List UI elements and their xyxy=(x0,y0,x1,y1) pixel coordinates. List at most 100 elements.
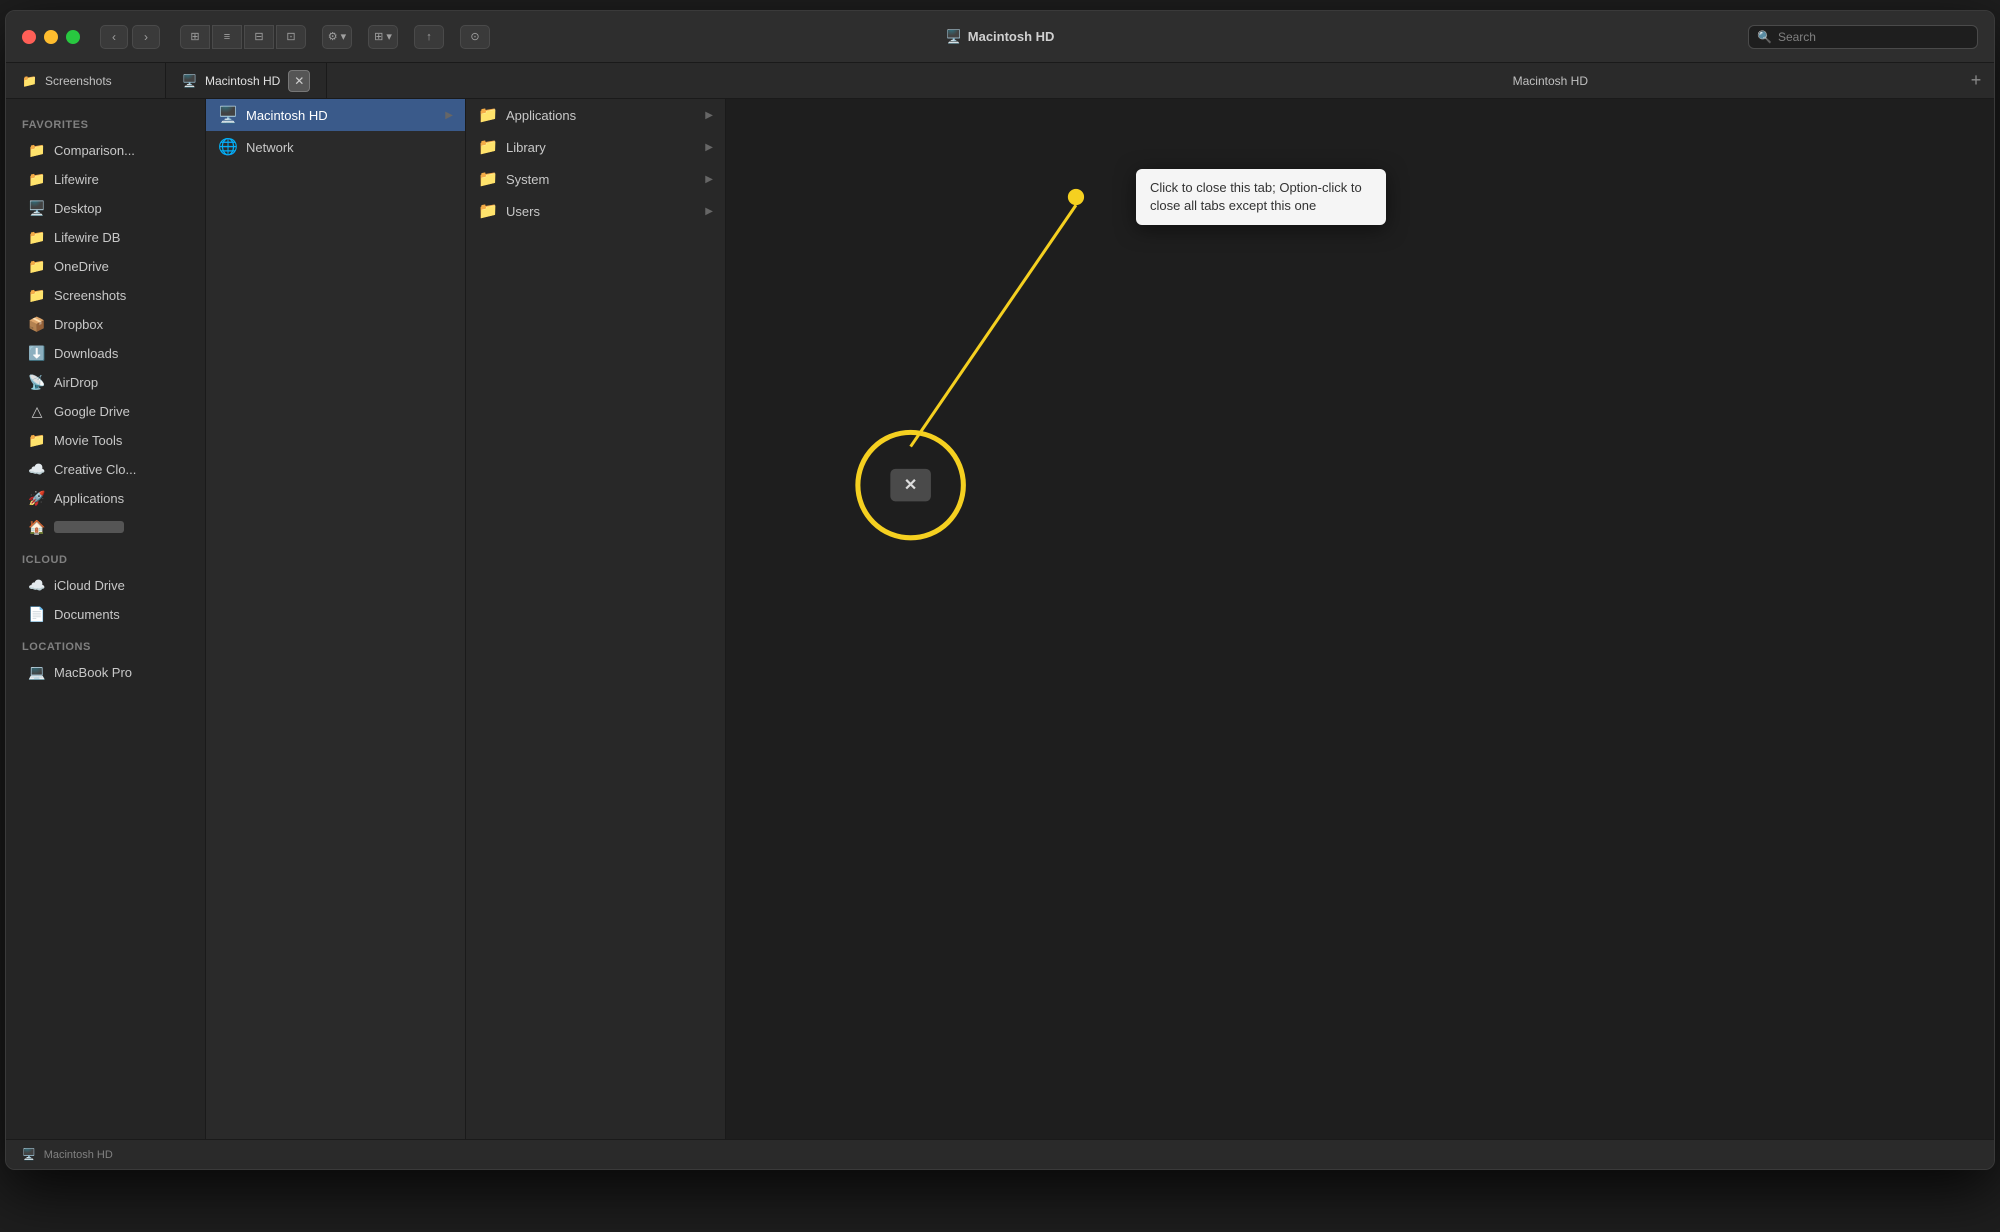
sidebar-label-lifewire: Lifewire xyxy=(54,172,99,187)
sidebar-label-macbook-pro: MacBook Pro xyxy=(54,665,132,680)
annotation-svg: ✕ xyxy=(726,99,1994,1139)
tab-screenshots-icon: 📁 xyxy=(22,74,37,88)
sidebar-item-home[interactable]: 🏠 xyxy=(12,513,199,541)
gallery-view-button[interactable]: ⊡ xyxy=(276,25,306,49)
sidebar-label-onedrive: OneDrive xyxy=(54,259,109,274)
file-item-network[interactable]: 🌐 Network xyxy=(206,131,465,163)
sidebar-item-screenshots[interactable]: 📁 Screenshots xyxy=(12,281,199,309)
annotation-line xyxy=(911,205,1076,446)
sidebar-label-icloud-drive: iCloud Drive xyxy=(54,578,125,593)
tab-close-button[interactable]: ✕ xyxy=(288,70,310,92)
sidebar-label-home-blurred xyxy=(54,521,124,533)
sidebar-label-documents: Documents xyxy=(54,607,120,622)
tab-macintosh-hd-icon: 🖥️ xyxy=(182,74,197,88)
sidebar-item-downloads[interactable]: ⬇️ Downloads xyxy=(12,339,199,367)
system-folder-arrow: ▶ xyxy=(705,174,713,185)
share-button[interactable]: ↑ xyxy=(414,25,444,49)
forward-button[interactable]: › xyxy=(132,25,160,49)
toolbar-views: ⊞ ≡ ⊟ ⊡ xyxy=(180,25,306,49)
sidebar-label-google-drive: Google Drive xyxy=(54,404,130,419)
tooltip-text: Click to close this tab; Option-click to… xyxy=(1150,180,1362,213)
downloads-icon: ⬇️ xyxy=(28,344,46,362)
tooltip: Click to close this tab; Option-click to… xyxy=(1136,169,1386,225)
icon-view-button[interactable]: ⊞ xyxy=(180,25,210,49)
close-button[interactable] xyxy=(22,30,36,44)
users-folder-icon: 📁 xyxy=(478,201,498,221)
sidebar-item-creative-cloud[interactable]: ☁️ Creative Clo... xyxy=(12,455,199,483)
sidebar-item-comparison[interactable]: 📁 Comparison... xyxy=(12,136,199,164)
group-button[interactable]: ⊞ ▾ xyxy=(368,25,398,49)
folder-icon: 📁 xyxy=(28,257,46,275)
list-view-button[interactable]: ≡ xyxy=(212,25,242,49)
sidebar-label-desktop: Desktop xyxy=(54,201,102,216)
back-button[interactable]: ‹ xyxy=(100,25,128,49)
search-bar[interactable]: 🔍 xyxy=(1748,25,1978,49)
tab-macintosh-hd-label: Macintosh HD xyxy=(205,74,280,88)
applications-folder-label: Applications xyxy=(506,108,697,123)
library-folder-arrow: ▶ xyxy=(705,142,713,153)
sidebar: Favorites 📁 Comparison... 📁 Lifewire 🖥️ … xyxy=(6,99,206,1139)
tab-screenshots-label: Screenshots xyxy=(45,74,112,88)
status-bar-label: Macintosh HD xyxy=(44,1149,113,1161)
icloud-drive-icon: ☁️ xyxy=(28,576,46,594)
users-folder-label: Users xyxy=(506,204,697,219)
sidebar-item-lifewire-db[interactable]: 📁 Lifewire DB xyxy=(12,223,199,251)
column-view-button[interactable]: ⊟ xyxy=(244,25,274,49)
sidebar-item-lifewire[interactable]: 📁 Lifewire xyxy=(12,165,199,193)
new-tab-button[interactable]: + xyxy=(1958,63,1994,98)
dropbox-icon: 📦 xyxy=(28,315,46,333)
title-bar: ‹ › ⊞ ≡ ⊟ ⊡ ⚙ ▾ ⊞ ▾ ↑ ⊙ 🖥️ Macintosh HD … xyxy=(6,11,1994,63)
sidebar-item-movie-tools[interactable]: 📁 Movie Tools xyxy=(12,426,199,454)
macintosh-hd-label: Macintosh HD xyxy=(246,108,437,123)
file-item-library[interactable]: 📁 Library ▶ xyxy=(466,131,725,163)
action-button[interactable]: ⚙ ▾ xyxy=(322,25,352,49)
traffic-lights xyxy=(22,30,80,44)
status-bar-icon: 🖥️ xyxy=(22,1148,36,1161)
sidebar-item-onedrive[interactable]: 📁 OneDrive xyxy=(12,252,199,280)
creative-cloud-icon: ☁️ xyxy=(28,460,46,478)
google-drive-icon: △ xyxy=(28,402,46,420)
folder-icon: 📁 xyxy=(28,431,46,449)
first-file-pane: 🖥️ Macintosh HD ▶ 🌐 Network xyxy=(206,99,466,1139)
system-folder-label: System xyxy=(506,172,697,187)
file-item-users[interactable]: 📁 Users ▶ xyxy=(466,195,725,227)
sidebar-label-movie-tools: Movie Tools xyxy=(54,433,122,448)
file-item-applications[interactable]: 📁 Applications ▶ xyxy=(466,99,725,131)
tags-button[interactable]: ⊙ xyxy=(460,25,490,49)
folder-icon: 📁 xyxy=(28,141,46,159)
airdrop-icon: 📡 xyxy=(28,373,46,391)
main-area: Click to close this tab; Option-click to… xyxy=(726,99,1994,1139)
sidebar-item-documents[interactable]: 📄 Documents xyxy=(12,600,199,628)
sidebar-label-comparison: Comparison... xyxy=(54,143,135,158)
window-title-icon: 🖥️ xyxy=(946,29,962,45)
sidebar-item-macbook-pro[interactable]: 💻 MacBook Pro xyxy=(12,658,199,686)
sidebar-label-airdrop: AirDrop xyxy=(54,375,98,390)
sidebar-label-lifewire-db: Lifewire DB xyxy=(54,230,120,245)
sidebar-item-dropbox[interactable]: 📦 Dropbox xyxy=(12,310,199,338)
minimize-button[interactable] xyxy=(44,30,58,44)
sidebar-item-airdrop[interactable]: 📡 AirDrop xyxy=(12,368,199,396)
search-input[interactable] xyxy=(1778,30,1969,44)
sidebar-item-google-drive[interactable]: △ Google Drive xyxy=(12,397,199,425)
applications-folder-icon: 📁 xyxy=(478,105,498,125)
window-title: 🖥️ Macintosh HD xyxy=(946,29,1055,45)
tab-screenshots[interactable]: 📁 Screenshots xyxy=(6,63,166,98)
users-folder-arrow: ▶ xyxy=(705,206,713,217)
desktop-icon: 🖥️ xyxy=(28,199,46,217)
sidebar-item-applications[interactable]: 🚀 Applications xyxy=(12,484,199,512)
file-item-system[interactable]: 📁 System ▶ xyxy=(466,163,725,195)
maximize-button[interactable] xyxy=(66,30,80,44)
documents-icon: 📄 xyxy=(28,605,46,623)
macbook-pro-icon: 💻 xyxy=(28,663,46,681)
annotation-circle xyxy=(858,432,963,537)
file-item-macintosh-hd[interactable]: 🖥️ Macintosh HD ▶ xyxy=(206,99,465,131)
sidebar-item-desktop[interactable]: 🖥️ Desktop xyxy=(12,194,199,222)
tab-macintosh-hd[interactable]: 🖥️ Macintosh HD ✕ xyxy=(166,63,327,98)
folder-icon: 📁 xyxy=(28,286,46,304)
system-folder-icon: 📁 xyxy=(478,169,498,189)
toolbar-nav: ‹ › xyxy=(100,25,160,49)
sidebar-label-dropbox: Dropbox xyxy=(54,317,103,332)
sidebar-label-creative-cloud: Creative Clo... xyxy=(54,462,136,477)
search-icon: 🔍 xyxy=(1757,30,1772,44)
sidebar-item-icloud-drive[interactable]: ☁️ iCloud Drive xyxy=(12,571,199,599)
